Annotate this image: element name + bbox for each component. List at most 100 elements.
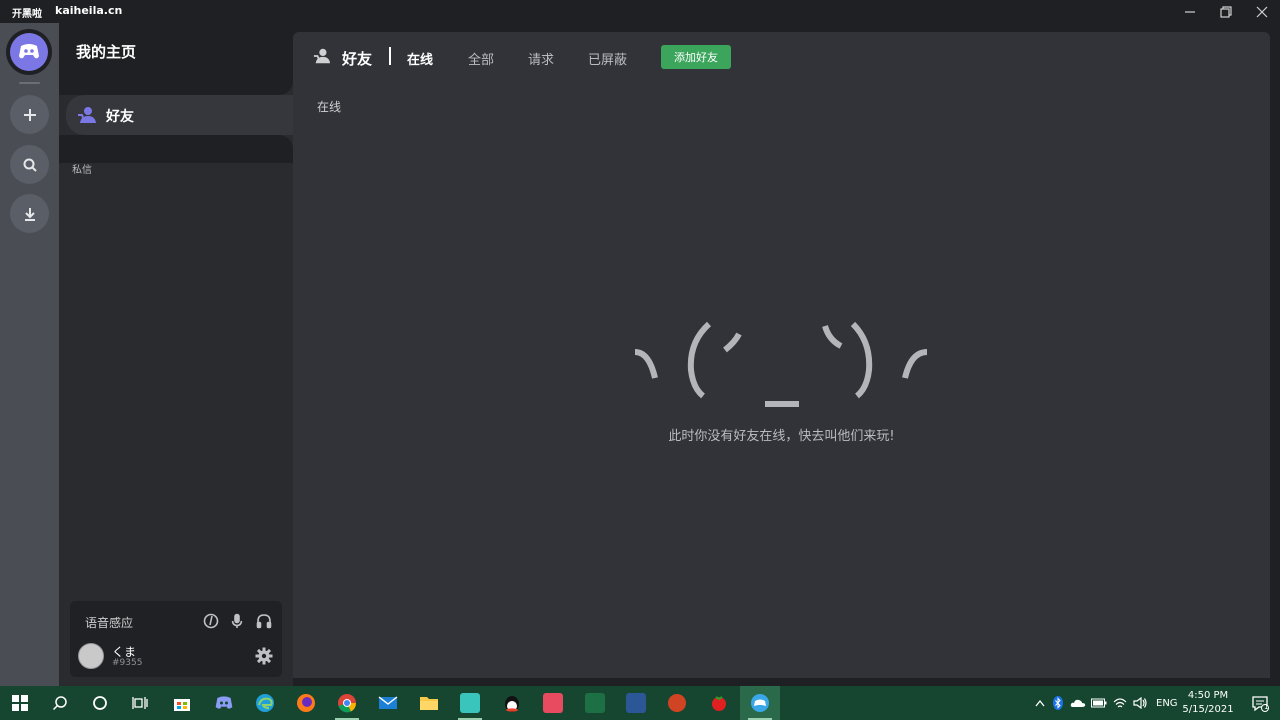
bluetooth-button[interactable] bbox=[1048, 696, 1068, 710]
friends-main-panel: 好友 在线 全部 请求 已屏蔽 添加好友 在线 此时你没有好友在线，快去叫他们来… bbox=[293, 32, 1270, 678]
taskbar-app-chrome[interactable] bbox=[327, 686, 367, 720]
friends-header: 好友 在线 全部 请求 已屏蔽 添加好友 bbox=[293, 32, 1270, 82]
store-icon bbox=[174, 699, 190, 711]
download-icon bbox=[24, 207, 35, 221]
taskbar-app-firefox[interactable] bbox=[286, 686, 326, 720]
restore-button[interactable] bbox=[1208, 0, 1244, 23]
user-tag: #9355 bbox=[112, 658, 143, 668]
battery-icon bbox=[1091, 698, 1107, 708]
discord-icon bbox=[215, 696, 233, 709]
restore-icon bbox=[1220, 5, 1232, 18]
microphone-button[interactable] bbox=[228, 612, 246, 630]
home-button[interactable] bbox=[6, 29, 52, 75]
taskbar-app-qq[interactable] bbox=[492, 686, 532, 720]
cortana-button[interactable] bbox=[80, 686, 120, 720]
tray-overflow-button[interactable] bbox=[1032, 699, 1048, 707]
voice-activation-button[interactable] bbox=[202, 612, 220, 630]
close-icon bbox=[1256, 6, 1268, 17]
taskbar-app-tomato[interactable] bbox=[699, 686, 739, 720]
avatar[interactable] bbox=[78, 643, 104, 669]
download-button[interactable] bbox=[10, 194, 49, 233]
firefox-icon bbox=[297, 694, 315, 712]
channel-panel: 我的主页 好友 私信 语音感应 くま #9355 bbox=[59, 23, 300, 686]
user-panel: 语音感应 くま #9355 bbox=[70, 601, 282, 677]
wifi-button[interactable] bbox=[1110, 697, 1130, 709]
edge-icon bbox=[256, 694, 274, 712]
close-button[interactable] bbox=[1244, 0, 1280, 23]
task-view-button[interactable] bbox=[120, 686, 160, 720]
battery-button[interactable] bbox=[1088, 698, 1110, 708]
title-bar: 开黑啦 kaiheila.cn bbox=[0, 0, 1280, 23]
start-button[interactable] bbox=[0, 686, 40, 720]
taskbar-app-kaiheila[interactable] bbox=[740, 686, 780, 720]
sidebar-item-friends[interactable]: 好友 bbox=[66, 95, 300, 135]
taskbar-app-discord[interactable] bbox=[204, 686, 244, 720]
microphone-icon bbox=[231, 613, 243, 628]
app-domain: kaiheila.cn bbox=[55, 4, 123, 17]
cloud-icon bbox=[1070, 699, 1086, 707]
taskbar-app-mail[interactable] bbox=[368, 686, 408, 720]
add-friend-button[interactable]: 添加好友 bbox=[661, 45, 731, 69]
taskbar-clock[interactable]: 4:50 PM 5/15/2021 bbox=[1176, 689, 1240, 717]
tomato-icon bbox=[712, 696, 726, 711]
cortana-icon bbox=[93, 696, 107, 710]
gear-icon bbox=[255, 647, 273, 665]
bluetooth-icon bbox=[1053, 696, 1063, 710]
taskbar-app-store[interactable] bbox=[162, 686, 202, 720]
minimize-button[interactable] bbox=[1172, 0, 1208, 23]
headphones-icon bbox=[256, 614, 272, 629]
tab-all[interactable]: 全部 bbox=[468, 49, 494, 68]
onedrive-button[interactable] bbox=[1068, 698, 1088, 708]
search-icon bbox=[52, 696, 67, 711]
channel-panel-spacer bbox=[59, 135, 293, 163]
taskbar-app-miku[interactable] bbox=[450, 686, 490, 720]
miku-app-icon bbox=[460, 693, 480, 713]
empty-state-message: 此时你没有好友在线，快去叫他们来玩! bbox=[668, 429, 895, 444]
taskbar-app-excel[interactable] bbox=[575, 686, 615, 720]
qq-penguin-icon bbox=[505, 696, 519, 712]
search-server-button[interactable] bbox=[10, 145, 49, 184]
gamepad-logo-icon bbox=[19, 44, 39, 59]
voice-activation-label: 语音感应 bbox=[85, 616, 134, 630]
system-tray: ENG bbox=[1032, 686, 1178, 720]
page-title: 好友 bbox=[342, 50, 373, 68]
app-name: 开黑啦 bbox=[12, 9, 42, 20]
notification-center-button[interactable]: 1 bbox=[1240, 686, 1280, 720]
powerpoint-icon bbox=[668, 694, 686, 712]
speaker-icon bbox=[1133, 697, 1147, 709]
settings-button[interactable] bbox=[255, 647, 273, 669]
excel-icon bbox=[585, 693, 605, 713]
add-server-button[interactable] bbox=[10, 95, 49, 134]
online-section-label: 在线 bbox=[317, 100, 342, 114]
task-view-icon bbox=[132, 697, 148, 709]
folder-icon bbox=[420, 697, 438, 710]
taskbar-app-file-explorer[interactable] bbox=[409, 686, 449, 720]
input-language-indicator[interactable]: ENG bbox=[1156, 698, 1178, 709]
tab-requests[interactable]: 请求 bbox=[528, 49, 554, 68]
word-icon bbox=[626, 693, 646, 713]
taskbar: ENG 4:50 PM 5/15/2021 1 bbox=[0, 686, 1280, 720]
taskbar-app-edge[interactable] bbox=[245, 686, 285, 720]
volume-button[interactable] bbox=[1130, 697, 1150, 709]
chrome-icon bbox=[338, 694, 357, 713]
search-icon bbox=[23, 158, 37, 172]
clock-time: 4:50 PM bbox=[1187, 690, 1229, 701]
plus-icon bbox=[23, 108, 36, 121]
sidebar-item-friends-label: 好友 bbox=[106, 109, 134, 125]
kaiheila-icon bbox=[751, 694, 769, 712]
tab-blocked[interactable]: 已屏蔽 bbox=[588, 49, 627, 68]
minimize-icon bbox=[1185, 10, 1195, 13]
voice-activation-icon bbox=[203, 613, 219, 629]
friends-icon bbox=[313, 48, 331, 64]
header-divider bbox=[389, 47, 391, 65]
taskbar-search-button[interactable] bbox=[40, 686, 80, 720]
chevron-up-icon bbox=[1035, 699, 1045, 707]
windows-icon bbox=[12, 695, 28, 711]
clock-date: 5/15/2021 bbox=[1182, 704, 1234, 715]
taskbar-app-game[interactable] bbox=[533, 686, 573, 720]
taskbar-app-word[interactable] bbox=[616, 686, 656, 720]
taskbar-app-powerpoint[interactable] bbox=[657, 686, 697, 720]
headphones-button[interactable] bbox=[255, 612, 273, 630]
friends-icon bbox=[78, 107, 96, 123]
tab-online[interactable]: 在线 bbox=[407, 49, 433, 68]
